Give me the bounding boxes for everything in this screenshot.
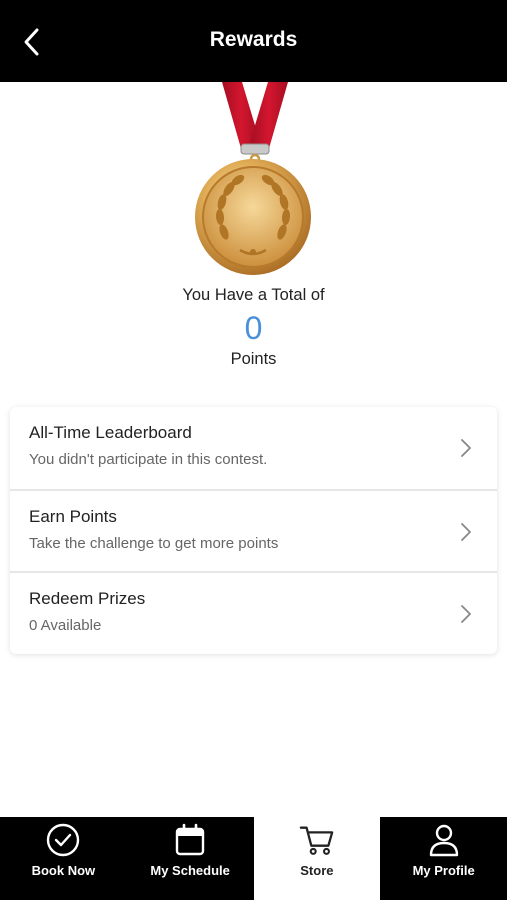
earn-points-subtitle: Take the challenge to get more points xyxy=(29,535,279,552)
redeem-prizes-subtitle: 0 Available xyxy=(29,617,102,634)
leaderboard-item[interactable]: All-Time Leaderboard You didn't particip… xyxy=(10,407,497,489)
rewards-menu: All-Time Leaderboard You didn't particip… xyxy=(10,407,497,654)
leaderboard-title: All-Time Leaderboard xyxy=(29,423,192,442)
calendar-icon xyxy=(175,823,205,856)
tab-label: My Profile xyxy=(412,863,475,878)
medal-image xyxy=(180,82,330,282)
points-value: 0 xyxy=(244,310,263,346)
tab-my-schedule[interactable]: My Schedule xyxy=(126,817,254,900)
tab-store[interactable]: Store xyxy=(253,817,381,900)
redeem-prizes-item[interactable]: Redeem Prizes 0 Available xyxy=(10,571,497,653)
chevron-right-icon xyxy=(461,523,471,541)
person-icon xyxy=(429,824,458,857)
chevron-right-icon xyxy=(461,605,471,623)
cart-icon xyxy=(299,826,334,855)
earn-points-title: Earn Points xyxy=(29,507,117,526)
tab-book-now[interactable]: Book Now xyxy=(0,817,127,900)
page-title: Rewards xyxy=(209,28,298,51)
chevron-right-icon xyxy=(461,439,471,457)
tab-my-profile[interactable]: My Profile xyxy=(380,817,507,900)
tab-label: My Schedule xyxy=(150,863,230,878)
earn-points-item[interactable]: Earn Points Take the challenge to get mo… xyxy=(10,489,497,571)
tab-label: Book Now xyxy=(31,863,96,878)
bottom-tab-bar: Book Now My Schedule Store My Profile xyxy=(0,817,507,900)
points-intro: You Have a Total of xyxy=(182,286,325,304)
leaderboard-subtitle: You didn't participate in this contest. xyxy=(29,451,268,468)
tab-label: Store xyxy=(300,863,334,878)
check-circle-icon xyxy=(47,823,80,857)
redeem-prizes-title: Redeem Prizes xyxy=(29,589,146,608)
points-unit: Points xyxy=(230,350,277,368)
top-bar: Rewards xyxy=(0,0,507,82)
medal-icon xyxy=(195,82,311,275)
